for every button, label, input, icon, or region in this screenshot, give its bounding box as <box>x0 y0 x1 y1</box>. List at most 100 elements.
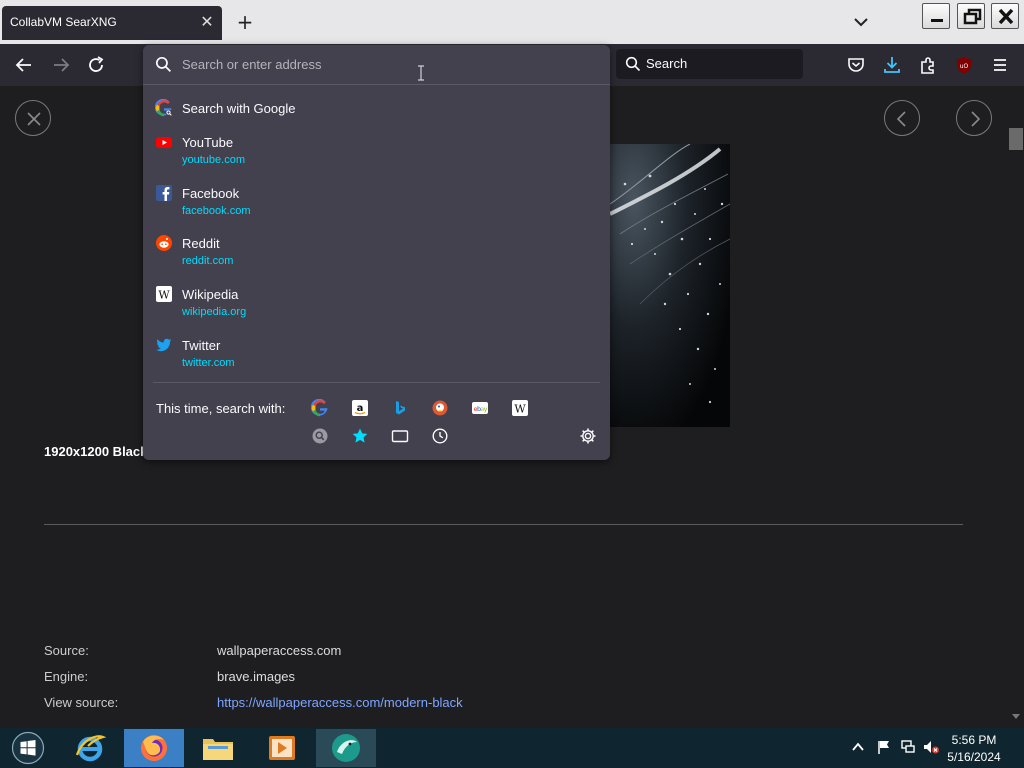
result-url: youtube.com <box>182 154 245 166</box>
svg-text:W: W <box>158 289 170 302</box>
google-icon <box>155 99 173 117</box>
result-name: Facebook <box>182 186 240 201</box>
urlbar-dropdown: Search or enter address Search with Goog… <box>143 45 610 460</box>
scrollbar-thumb[interactable] <box>1009 128 1023 150</box>
view-source-link[interactable]: https://wallpaperaccess.com/modern-black <box>217 695 463 710</box>
detail-value-source: wallpaperaccess.com <box>217 643 342 658</box>
firefox-icon <box>141 735 167 761</box>
divider <box>44 524 963 525</box>
reddit-icon <box>156 235 172 251</box>
youtube-icon <box>156 137 172 148</box>
taskbar-app[interactable] <box>316 729 376 767</box>
clock-date[interactable]: 5/16/2024 <box>940 750 1008 764</box>
close-image-button[interactable] <box>15 100 51 136</box>
back-icon[interactable] <box>13 54 35 76</box>
tab-searxng[interactable]: CollabVM SearXNG ✕ <box>2 6 222 40</box>
detail-value-engine: brave.images <box>217 669 296 684</box>
internet-explorer-icon <box>75 735 106 762</box>
clock-time[interactable]: 5:56 PM <box>940 733 1008 747</box>
history-icon[interactable] <box>431 427 449 445</box>
taskbar-file-explorer[interactable] <box>188 729 248 767</box>
volume-muted-icon[interactable] <box>922 739 940 755</box>
svg-text:uO: uO <box>960 63 969 70</box>
result-twitter[interactable]: Twitter twitter.com <box>143 336 610 376</box>
result-wikipedia[interactable]: W Wikipedia wikipedia.org <box>143 285 610 325</box>
bookmarks-icon[interactable] <box>351 427 369 445</box>
vertical-scrollbar[interactable] <box>1008 86 1024 728</box>
close-icon <box>27 112 41 126</box>
taskbar-firefox[interactable] <box>124 729 184 767</box>
bing-icon[interactable] <box>391 399 409 417</box>
result-search-with-google[interactable]: Search with Google <box>143 96 610 120</box>
gear-icon[interactable] <box>579 427 597 445</box>
result-name: Twitter <box>182 338 221 353</box>
image-title: 1920x1200 Black <box>44 444 148 459</box>
list-all-tabs-button[interactable] <box>850 12 872 32</box>
downloads-icon[interactable] <box>881 54 903 76</box>
file-explorer-icon <box>203 739 233 760</box>
extensions-icon[interactable] <box>917 54 939 76</box>
chevron-down-icon <box>854 18 868 27</box>
image-preview[interactable] <box>610 144 730 427</box>
wikipedia-icon[interactable]: W <box>511 399 529 417</box>
search-bar-placeholder: Search <box>646 56 688 71</box>
google-icon[interactable] <box>311 399 329 417</box>
address-bar-placeholder: Search or enter address <box>182 57 322 72</box>
amazon-icon[interactable]: a <box>351 399 369 417</box>
result-facebook[interactable]: Facebook facebook.com <box>143 184 610 224</box>
search-icon <box>625 56 641 72</box>
detail-label-engine: Engine: <box>44 669 89 684</box>
app-icon <box>332 734 360 762</box>
feather-image <box>610 144 730 427</box>
wikipedia-icon: W <box>156 286 172 302</box>
result-url: wikipedia.org <box>182 306 247 318</box>
one-off-search-label: This time, search with: <box>156 401 286 416</box>
search-bar[interactable]: Search <box>616 49 803 79</box>
result-name: Reddit <box>182 236 220 251</box>
separator <box>153 382 600 383</box>
forward-icon[interactable] <box>50 54 72 76</box>
reload-icon[interactable] <box>85 54 107 76</box>
ebay-icon[interactable]: ebay <box>471 399 489 417</box>
previous-image-button[interactable] <box>884 100 920 136</box>
address-bar[interactable]: Search or enter address <box>143 45 610 85</box>
start-button[interactable] <box>11 731 45 765</box>
pocket-icon[interactable] <box>845 54 867 76</box>
taskbar-internet-explorer[interactable] <box>60 729 120 767</box>
taskbar-media-player[interactable] <box>252 729 312 767</box>
chevron-right-icon <box>971 111 981 127</box>
svg-text:y: y <box>484 405 488 413</box>
network-icon[interactable] <box>900 739 916 755</box>
result-name: Search with Google <box>182 101 296 116</box>
result-name: Wikipedia <box>182 287 239 302</box>
close-window-button[interactable] <box>991 3 1019 29</box>
minimize-button[interactable] <box>922 3 950 29</box>
tab-title: CollabVM SearXNG <box>10 15 117 29</box>
restore-button[interactable] <box>957 3 985 29</box>
scroll-down-icon[interactable] <box>1011 711 1021 721</box>
search-icon <box>155 56 172 73</box>
result-url: reddit.com <box>182 255 234 267</box>
twitter-icon <box>156 338 172 352</box>
detail-label-source: Source: <box>44 643 89 658</box>
ublock-icon[interactable]: uO <box>953 54 975 76</box>
media-player-icon <box>269 736 295 760</box>
action-center-flag-icon[interactable] <box>876 739 892 755</box>
taskbar <box>0 728 1024 768</box>
result-url: twitter.com <box>182 357 235 369</box>
chevron-left-icon <box>896 111 906 127</box>
duckduckgo-icon[interactable] <box>431 399 449 417</box>
result-url: facebook.com <box>182 205 251 217</box>
text-cursor-icon <box>418 65 424 81</box>
tabs-icon[interactable] <box>391 427 409 445</box>
new-tab-button[interactable]: + <box>234 11 256 33</box>
searxng-icon[interactable] <box>311 427 329 445</box>
show-hidden-icons-icon[interactable] <box>851 740 865 754</box>
minimize-icon <box>931 19 943 22</box>
menu-icon[interactable] <box>989 54 1011 76</box>
result-youtube[interactable]: YouTube youtube.com <box>143 133 610 173</box>
next-image-button[interactable] <box>956 100 992 136</box>
tab-close-icon[interactable]: ✕ <box>198 13 216 31</box>
restore-icon <box>963 8 982 25</box>
result-reddit[interactable]: Reddit reddit.com <box>143 234 610 274</box>
